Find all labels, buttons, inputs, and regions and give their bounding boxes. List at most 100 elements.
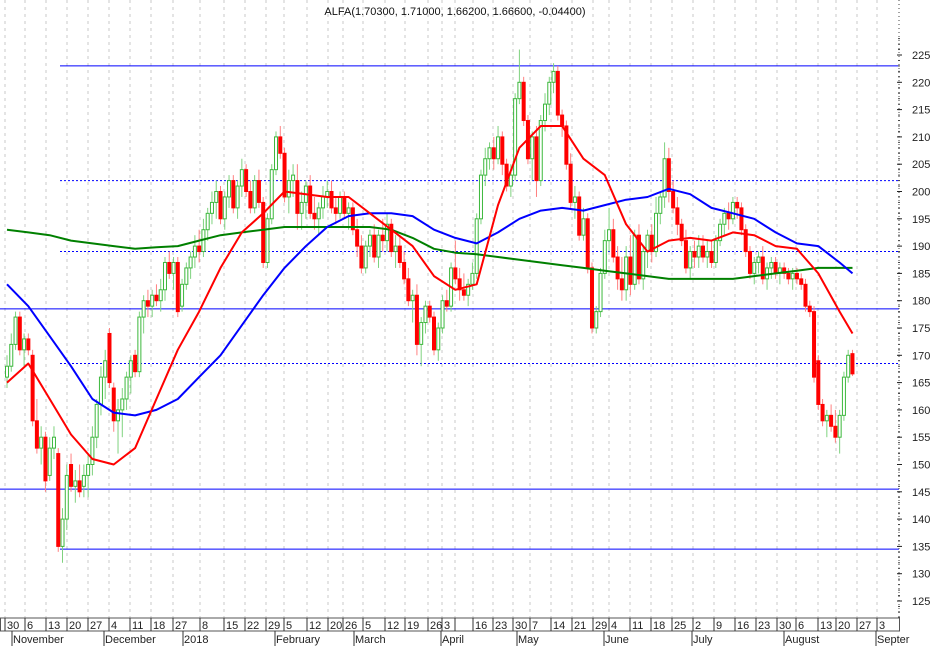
candle-body [291,174,296,182]
candle [393,235,398,268]
candle [402,251,407,285]
x-day-label: 6 [27,620,33,632]
x-day-label: 2 [695,620,701,632]
candle [718,218,723,247]
candle-body [69,464,74,487]
candle-body [128,360,133,378]
candle-body [265,218,270,263]
candle [560,109,565,137]
candle-body [735,201,740,209]
candle [820,398,825,427]
candle [303,180,308,219]
candle-body [90,436,95,466]
candle [589,262,594,334]
x-day-label: 13 [48,620,60,632]
candle-body [474,218,479,274]
y-axis: 125 130 135 140 145 150 155 160 165 170 175 180 185 1… [897,0,930,618]
candle-body [329,191,334,209]
candle-body [278,136,283,154]
candle-body [619,278,624,291]
candle [427,300,432,323]
candle [282,147,287,203]
candle [103,349,108,399]
moving-averages [6,125,854,466]
candle [167,251,172,279]
candle [86,453,91,498]
y-tick-label: 155 [912,432,930,444]
candle-body [611,229,616,258]
candle-body [86,464,91,476]
x-month-label: April [442,634,464,646]
candle-body [34,420,39,449]
x-month-label: August [785,634,819,646]
x-day-label: 20 [330,620,342,632]
x-day-label: 20 [69,620,81,632]
candle [145,289,150,318]
candle-body [39,436,44,449]
candle [598,267,603,318]
candle-body [256,180,261,203]
candle-body [333,207,338,214]
candle-body [73,480,78,487]
candle [466,278,471,307]
candle [829,404,834,432]
x-day-label: 23 [495,620,507,632]
candle [107,328,112,389]
candle [487,142,492,170]
candle [180,278,185,312]
candle-body [829,414,834,427]
candle-body [786,272,791,280]
candle [619,257,624,301]
candle-body [820,403,825,422]
y-tick-label: 160 [912,405,930,417]
candle-body [227,180,232,198]
candle-body [308,185,313,214]
candle-body [9,343,14,367]
x-month-label: 2018 [184,634,208,646]
candle [56,448,61,552]
x-month-label: November [13,634,64,646]
candle-body [22,338,27,351]
candle-body [688,251,693,269]
candle [756,251,761,274]
candle-body [188,256,193,269]
x-day-label: 21 [574,620,586,632]
candle-body [423,305,428,324]
candle-body [17,316,22,351]
candle [517,49,522,105]
candle-body [790,272,795,280]
candle [60,508,65,563]
candle [389,218,394,258]
candle [812,306,817,383]
candle [671,180,676,214]
candle-body [696,245,701,258]
moving-average-short-line [6,125,854,466]
candle-body [175,261,180,313]
x-day-label: 3 [444,620,450,632]
candle [94,398,99,449]
candle [649,224,654,263]
candle [90,426,95,476]
candle-body [747,251,752,274]
candlestick-chart: ALFA(1.70300, 1.71000, 1.66200, 1.66600,… [0,0,930,646]
y-tick-label: 175 [912,323,930,335]
candle [666,147,671,203]
candle-body [803,283,808,307]
candle [43,431,48,492]
candle-body [713,240,718,263]
y-tick-label: 205 [912,159,930,171]
candle-body [585,218,590,269]
candle-body [402,261,407,280]
y-tick-label: 130 [912,569,930,581]
candle [432,311,436,356]
candle-body [683,240,688,269]
candle [367,229,372,258]
candle-body [410,294,415,302]
x-day-label: 7 [532,620,538,632]
x-day-label: 11 [132,620,143,632]
candle [513,93,518,181]
y-tick-label: 185 [912,268,930,280]
y-tick-label: 145 [912,487,930,499]
candle-body [376,234,381,258]
candle-body [666,158,671,193]
